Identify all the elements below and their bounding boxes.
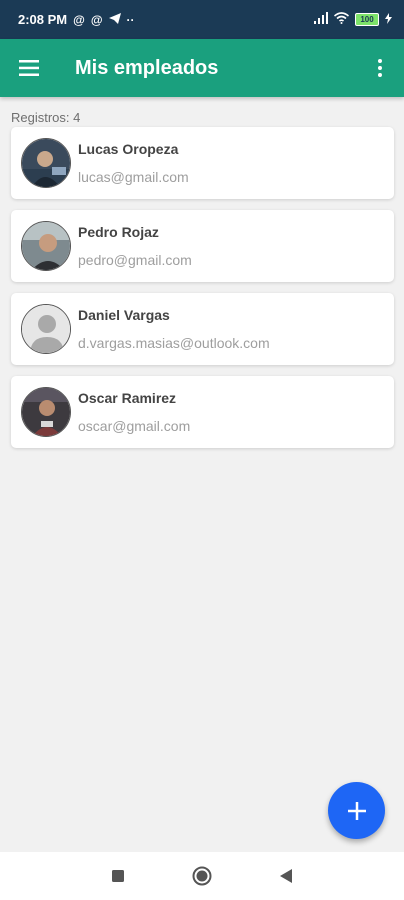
employee-list: Lucas Oropeza lucas@gmail.com Pedro Roja… [11, 127, 394, 459]
list-item[interactable]: Pedro Rojaz pedro@gmail.com [11, 210, 394, 282]
status-time: 2:08 PM [18, 12, 68, 27]
at-sign-icon: @ [73, 12, 85, 27]
battery-icon: 100 [355, 13, 379, 26]
records-count: Registros: 4 [11, 110, 81, 125]
list-item[interactable]: Oscar Ramirez oscar@gmail.com [11, 376, 394, 448]
employee-email: oscar@gmail.com [78, 418, 191, 434]
employee-email: pedro@gmail.com [78, 252, 192, 268]
back-button[interactable] [244, 852, 328, 900]
employee-email: lucas@gmail.com [78, 169, 189, 185]
employee-email: d.vargas.masias@outlook.com [78, 335, 270, 351]
home-circle-icon [192, 866, 212, 886]
plus-icon [347, 801, 366, 820]
add-employee-button[interactable] [328, 782, 385, 839]
avatar [21, 138, 71, 188]
signal-icon [314, 12, 328, 27]
more-dots-icon: ·· [126, 12, 135, 27]
system-nav-bar [0, 852, 404, 900]
page-title: Mis empleados [75, 56, 219, 79]
avatar [21, 387, 71, 437]
back-triangle-icon [280, 869, 292, 883]
list-item[interactable]: Daniel Vargas d.vargas.masias@outlook.co… [11, 293, 394, 365]
hamburger-menu-icon [19, 60, 39, 76]
recents-square-icon [112, 870, 124, 882]
avatar [21, 221, 71, 271]
list-item[interactable]: Lucas Oropeza lucas@gmail.com [11, 127, 394, 199]
at-sign-icon: @ [90, 12, 103, 27]
employee-name: Daniel Vargas [78, 307, 170, 323]
recents-button[interactable] [76, 852, 160, 900]
home-button[interactable] [160, 852, 244, 900]
avatar [21, 304, 71, 354]
status-bar: 2:08 PM @ @ ·· 100 [0, 0, 404, 39]
employee-name: Oscar Ramirez [78, 390, 177, 406]
overflow-menu-button[interactable] [356, 39, 404, 97]
charging-bolt-icon [385, 12, 392, 27]
wifi-icon [333, 12, 350, 27]
default-person-icon [22, 305, 70, 353]
employee-name: Pedro Rojaz [78, 224, 159, 240]
app-bar: Mis empleados [0, 39, 404, 97]
more-vert-icon [378, 59, 382, 77]
telegram-icon [108, 12, 121, 27]
employee-name: Lucas Oropeza [78, 141, 179, 157]
menu-button[interactable] [0, 39, 58, 97]
